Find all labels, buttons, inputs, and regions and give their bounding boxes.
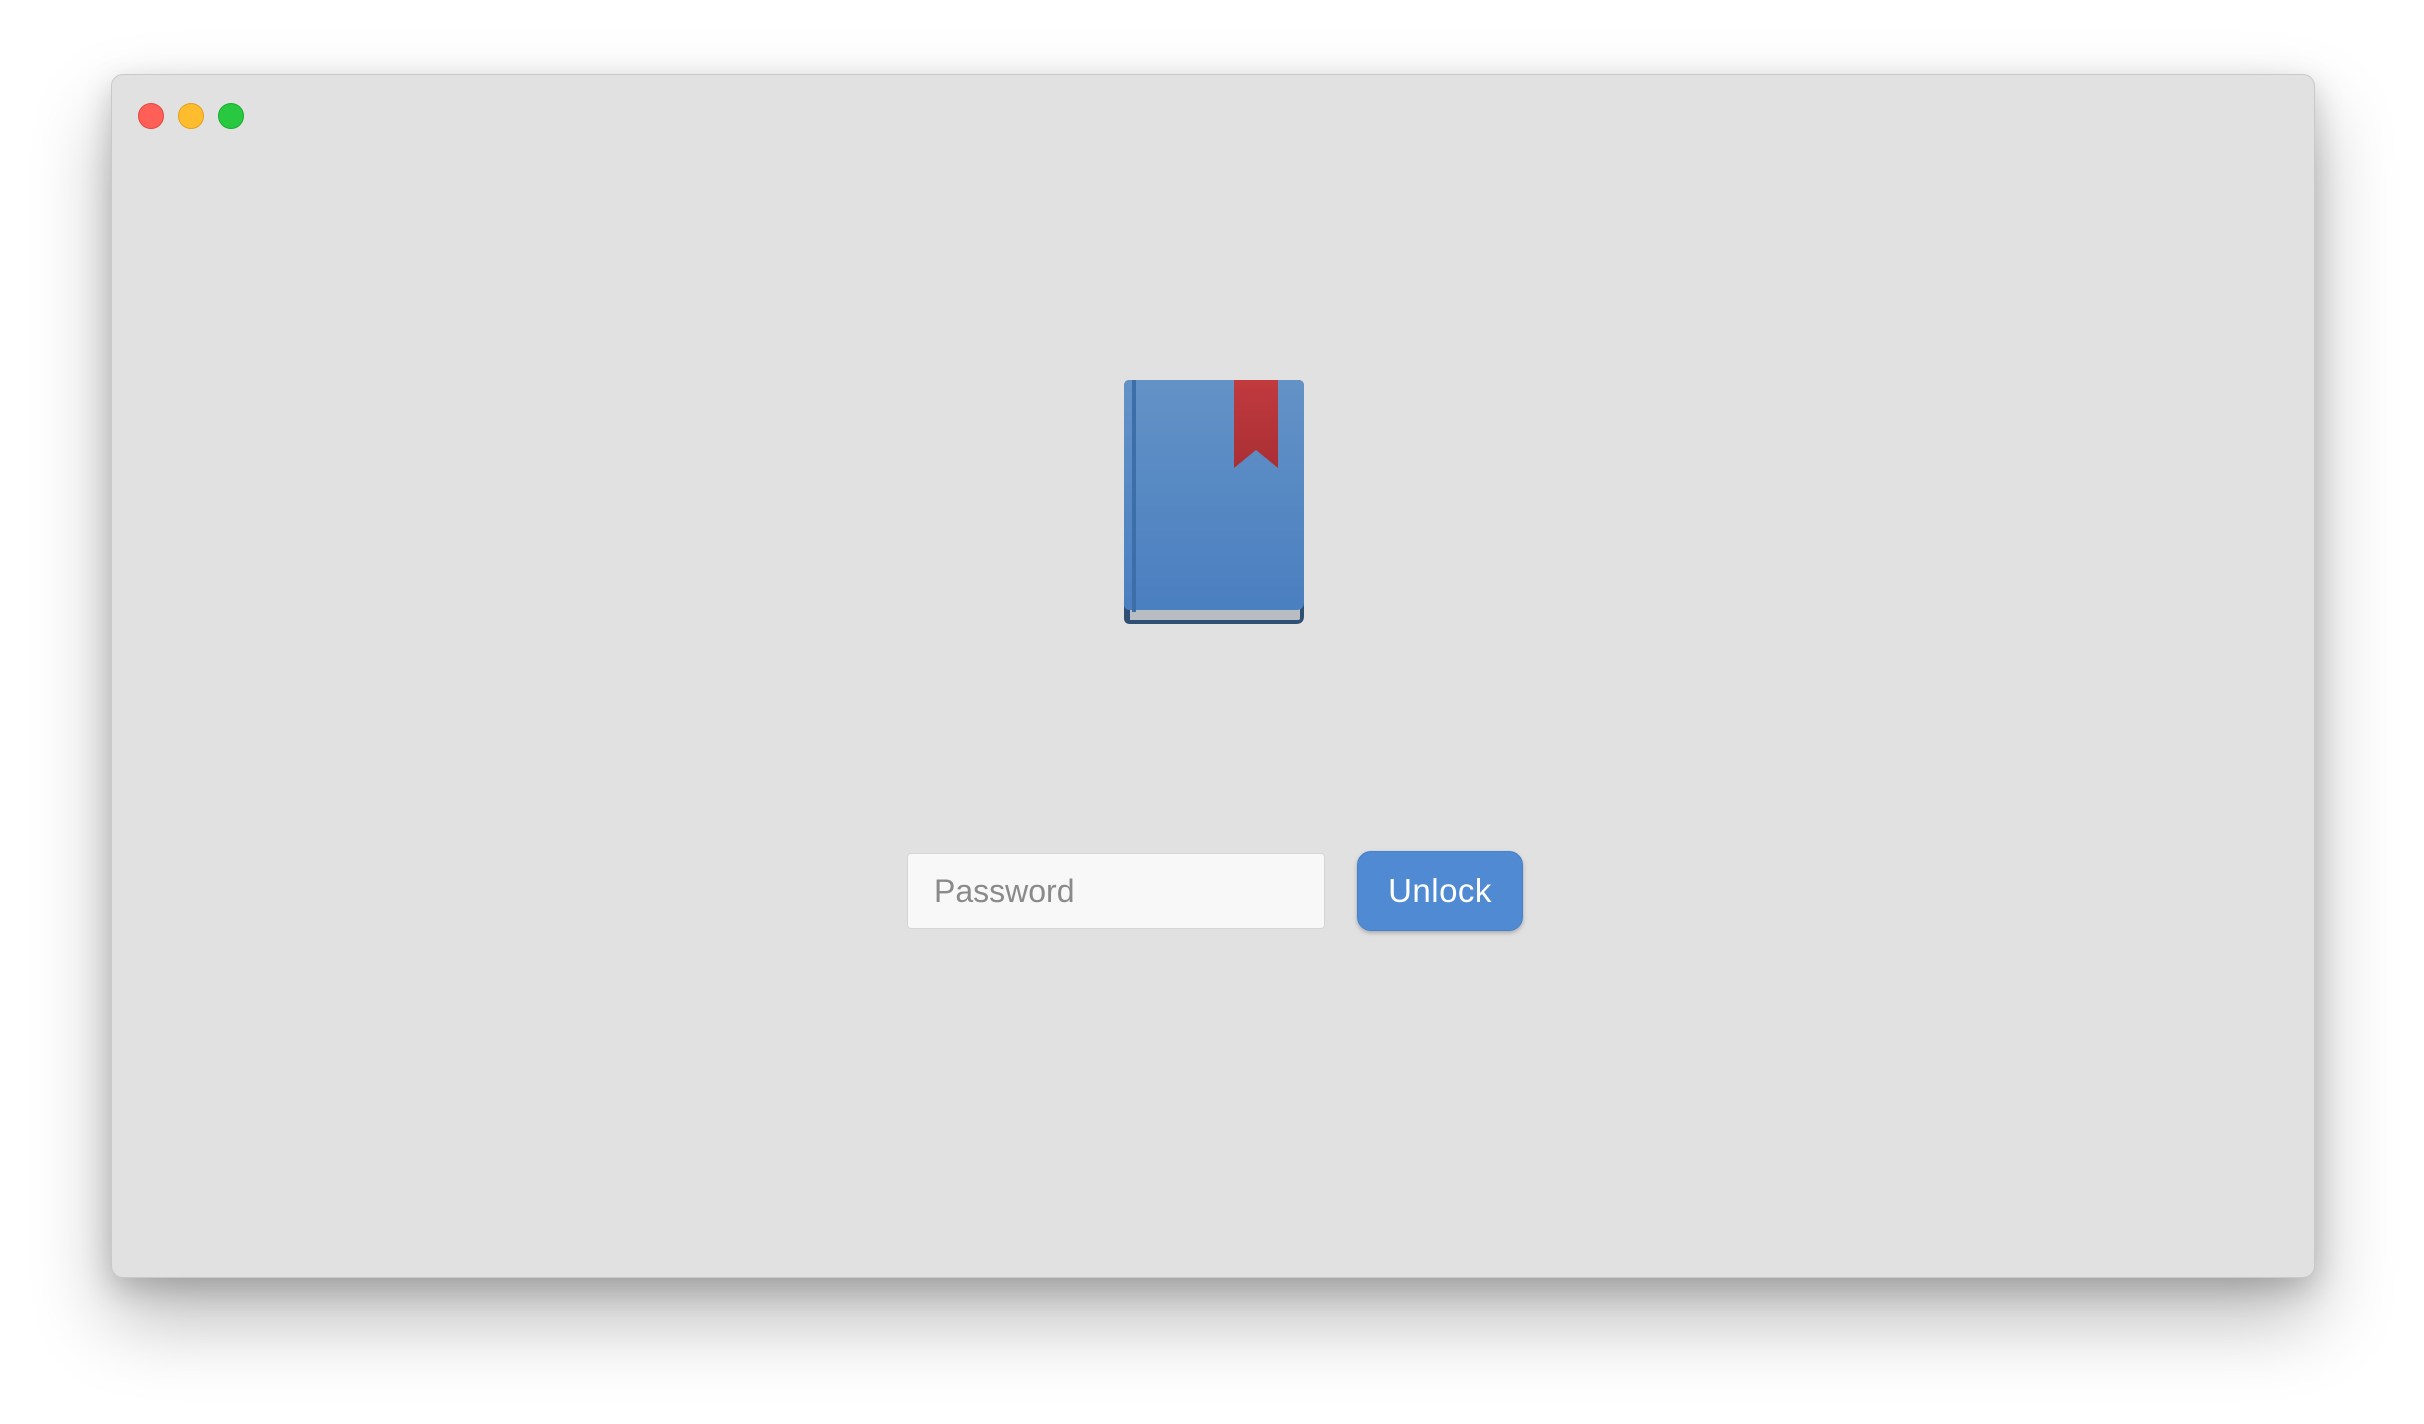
bookmarked-book-icon <box>1122 380 1306 626</box>
password-input[interactable] <box>907 853 1325 929</box>
unlock-button[interactable]: Unlock <box>1357 851 1523 931</box>
window-titlebar[interactable] <box>112 75 2314 155</box>
app-window: Unlock <box>111 74 2315 1278</box>
unlock-form: Unlock <box>907 851 1527 933</box>
close-window-button[interactable] <box>138 103 164 129</box>
maximize-window-button[interactable] <box>218 103 244 129</box>
desktop: Unlock <box>0 0 2424 1424</box>
minimize-window-button[interactable] <box>178 103 204 129</box>
